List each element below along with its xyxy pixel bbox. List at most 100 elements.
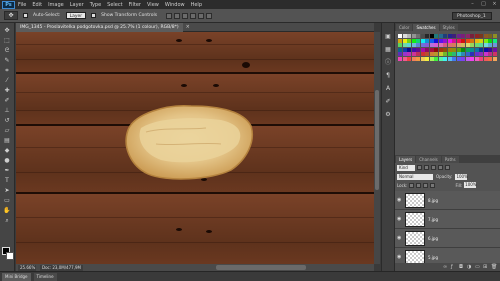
color-swatch[interactable] bbox=[402, 52, 407, 56]
color-swatch[interactable] bbox=[398, 56, 402, 61]
tab-styles[interactable]: Styles bbox=[439, 24, 458, 31]
document-close-icon[interactable]: × bbox=[186, 24, 190, 30]
color-swatch[interactable] bbox=[429, 34, 434, 38]
new-layer-icon[interactable]: ⊞ bbox=[483, 264, 488, 270]
eraser-tool-icon[interactable]: ▱ bbox=[2, 126, 12, 135]
minimize-button[interactable]: – bbox=[469, 1, 476, 7]
menu-window[interactable]: Window bbox=[165, 2, 185, 8]
color-swatch[interactable] bbox=[443, 38, 447, 43]
properties-icon[interactable]: ▦ bbox=[384, 46, 393, 54]
brush-tool-icon[interactable]: ✐ bbox=[2, 96, 12, 105]
color-swatch[interactable] bbox=[434, 47, 438, 52]
color-swatch[interactable] bbox=[488, 52, 492, 56]
color-swatch[interactable] bbox=[483, 47, 488, 52]
color-swatch[interactable] bbox=[402, 43, 407, 47]
color-swatch[interactable] bbox=[402, 56, 407, 61]
color-swatch[interactable] bbox=[429, 52, 434, 56]
color-swatch[interactable] bbox=[483, 34, 488, 38]
color-swatch[interactable] bbox=[456, 56, 461, 61]
lock-pixels-icon[interactable] bbox=[416, 182, 422, 188]
color-swatch[interactable] bbox=[416, 38, 420, 43]
align-top-icon[interactable] bbox=[166, 12, 173, 19]
color-swatch[interactable] bbox=[425, 47, 429, 52]
tool-preset-icon[interactable]: ⚙ bbox=[384, 111, 393, 119]
color-swatch[interactable] bbox=[402, 47, 407, 52]
opacity-field[interactable]: 100% bbox=[455, 173, 468, 180]
color-swatch[interactable] bbox=[429, 56, 434, 61]
gradient-tool-icon[interactable]: ▤ bbox=[2, 136, 12, 145]
color-swatch[interactable] bbox=[425, 52, 429, 56]
tab-color[interactable]: Color bbox=[396, 24, 413, 31]
character-icon[interactable]: A bbox=[384, 85, 393, 93]
color-swatch[interactable] bbox=[465, 34, 470, 38]
color-swatch[interactable] bbox=[474, 38, 479, 43]
color-swatch[interactable] bbox=[447, 43, 452, 47]
menu-view[interactable]: View bbox=[147, 2, 159, 8]
color-swatch[interactable] bbox=[416, 52, 420, 56]
color-swatch[interactable] bbox=[492, 56, 497, 61]
color-swatch[interactable] bbox=[456, 52, 461, 56]
color-swatch[interactable] bbox=[398, 34, 402, 38]
color-swatch[interactable] bbox=[452, 52, 456, 56]
color-swatch[interactable] bbox=[407, 43, 411, 47]
crop-tool-icon[interactable]: ⌗ bbox=[2, 66, 12, 75]
pixel-filter-icon[interactable] bbox=[417, 165, 422, 170]
color-swatch[interactable] bbox=[447, 34, 452, 38]
tab-layers[interactable]: Layers bbox=[396, 156, 416, 163]
tab-swatches[interactable]: Swatches bbox=[413, 24, 439, 31]
color-swatch[interactable] bbox=[402, 38, 407, 43]
color-swatch[interactable] bbox=[492, 47, 497, 52]
color-swatch[interactable] bbox=[447, 56, 452, 61]
color-swatch[interactable] bbox=[411, 56, 416, 61]
background-color-swatch[interactable] bbox=[6, 252, 14, 260]
menu-select[interactable]: Select bbox=[107, 2, 122, 8]
auto-select-dropdown[interactable]: Layer bbox=[65, 12, 87, 19]
color-swatch[interactable] bbox=[447, 38, 452, 43]
adjustment-layer-icon[interactable]: ◑ bbox=[467, 264, 472, 270]
color-swatch[interactable] bbox=[398, 43, 402, 47]
auto-select-checkbox[interactable] bbox=[23, 13, 28, 18]
color-swatch[interactable] bbox=[434, 56, 438, 61]
color-swatch[interactable] bbox=[411, 34, 416, 38]
color-swatch[interactable] bbox=[420, 52, 425, 56]
color-swatch[interactable] bbox=[447, 52, 452, 56]
pen-tool-icon[interactable]: ✒ bbox=[2, 166, 12, 175]
lock-position-icon[interactable] bbox=[423, 182, 429, 188]
color-swatch[interactable] bbox=[434, 34, 438, 38]
document-canvas[interactable] bbox=[16, 32, 374, 264]
move-tool-preset-icon[interactable]: ✥ bbox=[4, 11, 18, 20]
color-swatch[interactable] bbox=[474, 47, 479, 52]
layer-style-icon[interactable]: ƒ bbox=[451, 264, 456, 270]
color-swatch[interactable] bbox=[479, 34, 483, 38]
healing-tool-icon[interactable]: ✚ bbox=[2, 86, 12, 95]
vertical-scrollbar-thumb[interactable] bbox=[375, 90, 379, 190]
color-swatch[interactable] bbox=[416, 56, 420, 61]
color-swatch[interactable] bbox=[492, 34, 497, 38]
quick-select-tool-icon[interactable]: ✎ bbox=[2, 56, 12, 65]
color-swatch[interactable] bbox=[474, 52, 479, 56]
color-swatch[interactable] bbox=[438, 43, 443, 47]
history-icon[interactable]: ▣ bbox=[384, 33, 393, 41]
close-button[interactable]: × bbox=[491, 1, 498, 7]
color-swatch[interactable] bbox=[470, 47, 474, 52]
color-swatch[interactable] bbox=[474, 34, 479, 38]
tab-timeline[interactable]: Timeline bbox=[33, 272, 57, 281]
color-swatch[interactable] bbox=[416, 34, 420, 38]
shape-filter-icon[interactable] bbox=[438, 165, 443, 170]
menu-layer[interactable]: Layer bbox=[70, 2, 84, 8]
color-swatch[interactable] bbox=[465, 52, 470, 56]
color-swatch[interactable] bbox=[420, 43, 425, 47]
menu-type[interactable]: Type bbox=[90, 2, 101, 8]
link-layers-icon[interactable]: ∞ bbox=[443, 264, 448, 270]
align-right-icon[interactable] bbox=[206, 12, 213, 19]
color-swatch[interactable] bbox=[452, 47, 456, 52]
color-swatch[interactable] bbox=[411, 43, 416, 47]
menu-filter[interactable]: Filter bbox=[129, 2, 141, 8]
color-swatch[interactable] bbox=[474, 56, 479, 61]
color-swatch[interactable] bbox=[479, 38, 483, 43]
color-swatch[interactable] bbox=[447, 47, 452, 52]
path-select-tool-icon[interactable]: ➤ bbox=[2, 186, 12, 195]
paragraph-icon[interactable]: ¶ bbox=[384, 72, 393, 80]
color-swatch[interactable] bbox=[438, 34, 443, 38]
horizontal-scrollbar-thumb[interactable] bbox=[216, 265, 306, 270]
